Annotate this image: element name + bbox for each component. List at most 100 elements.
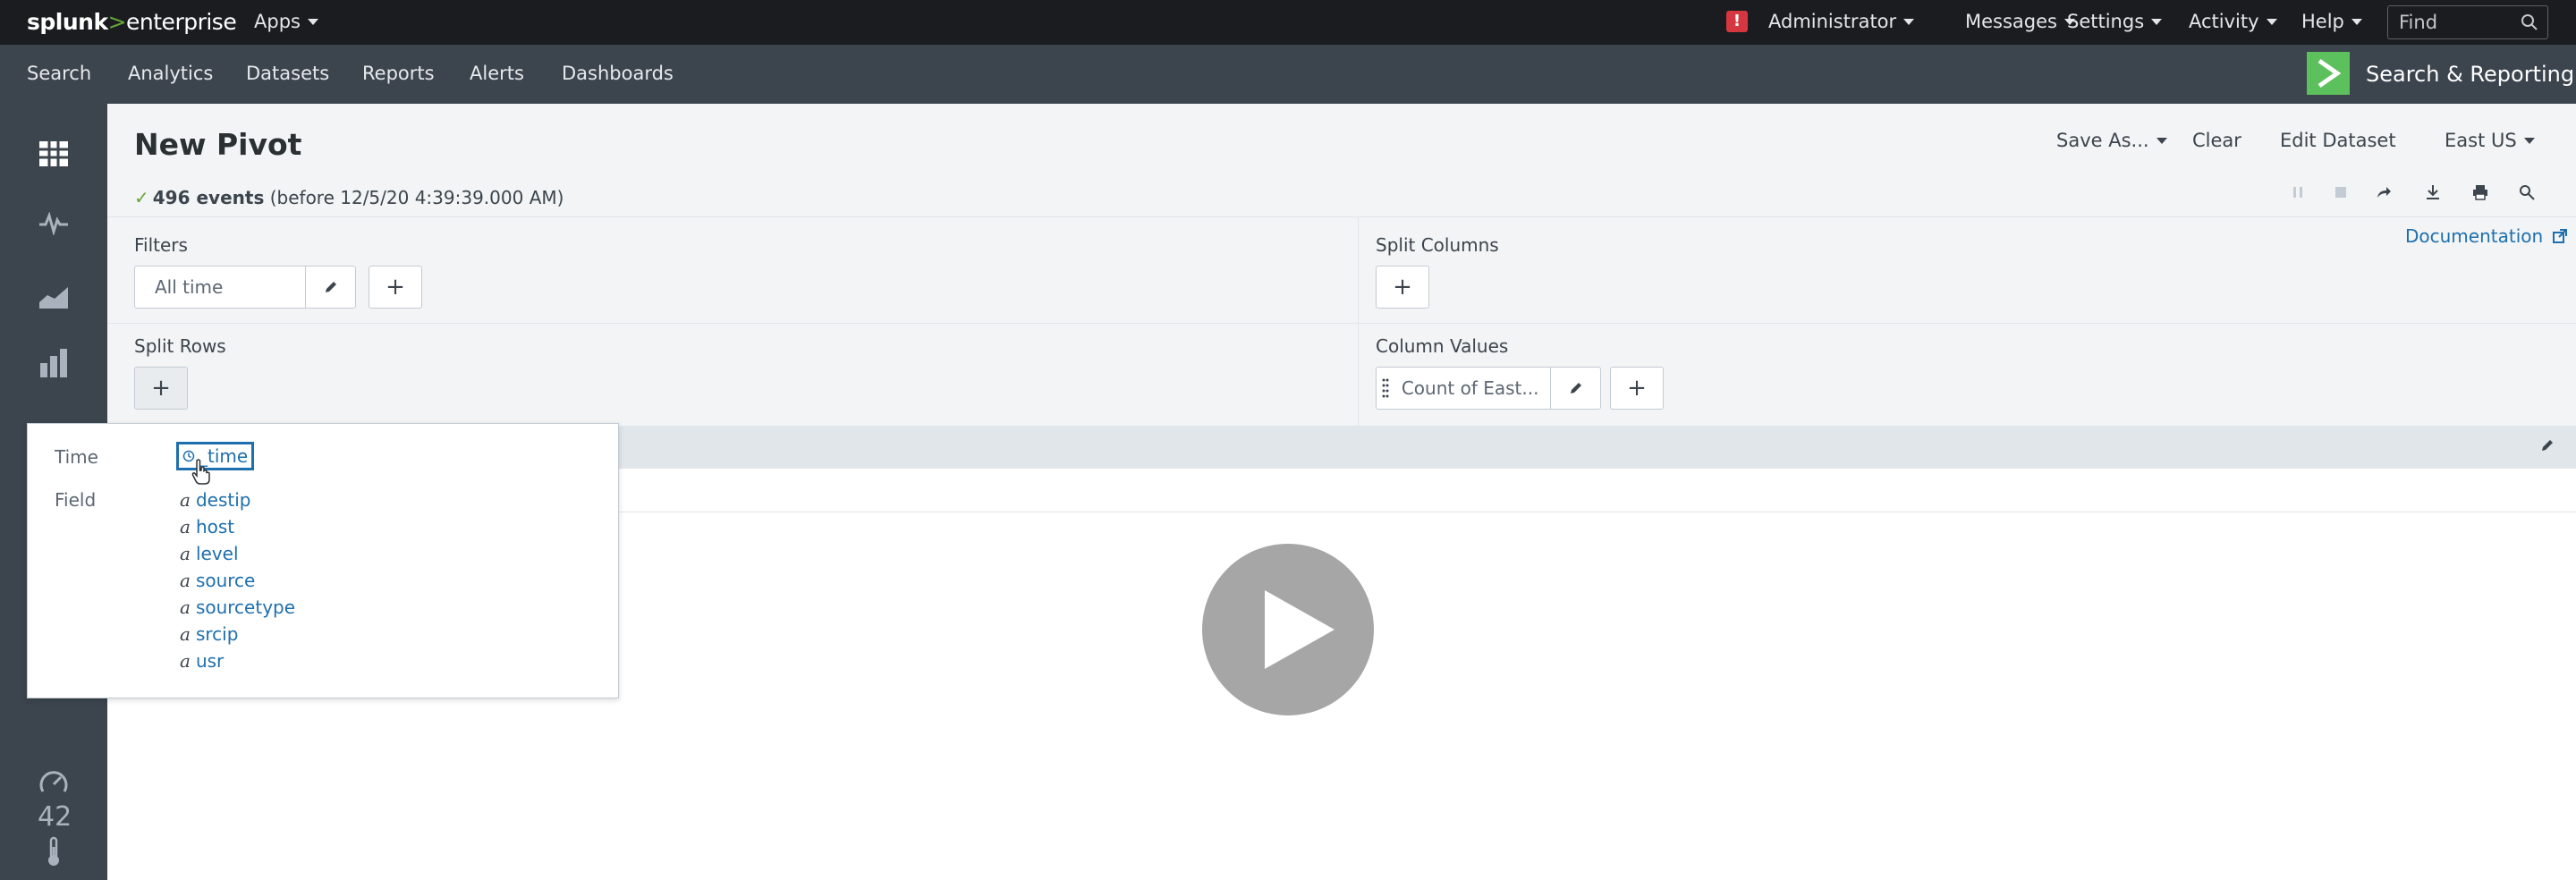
string-type-icon: a bbox=[180, 570, 191, 591]
add-filter-button[interactable]: + bbox=[369, 266, 422, 309]
hand-cursor-icon bbox=[191, 459, 210, 485]
splunk-app: splunk>enterprise Apps ! Administrator M… bbox=[0, 0, 2576, 880]
column-value-label[interactable]: Count of East... bbox=[1394, 377, 1551, 399]
edit-dataset-button[interactable]: Edit Dataset bbox=[2280, 130, 2396, 151]
splunk-logo[interactable]: splunk>enterprise bbox=[27, 9, 237, 35]
add-split-column-button[interactable]: + bbox=[1376, 266, 1429, 309]
help-menu[interactable]: Help bbox=[2301, 11, 2362, 32]
nav-item-datasets[interactable]: Datasets bbox=[246, 63, 329, 84]
pencil-icon bbox=[325, 282, 336, 292]
chevron-down-icon bbox=[2156, 138, 2167, 144]
gauge-icon[interactable] bbox=[36, 764, 72, 800]
field-item-label: source bbox=[195, 570, 256, 591]
filter-pill: All time bbox=[134, 266, 356, 309]
chevron-down-icon bbox=[2523, 138, 2535, 144]
check-icon: ✓ bbox=[134, 187, 149, 208]
app-logo-icon[interactable] bbox=[2307, 52, 2350, 95]
messages-menu-label: Messages bbox=[1965, 11, 2057, 32]
user-menu-label: Administrator bbox=[1768, 11, 1897, 32]
bar-chart-icon[interactable] bbox=[36, 345, 72, 381]
print-icon[interactable] bbox=[2470, 182, 2491, 203]
column-values-label: Column Values bbox=[1376, 335, 1509, 357]
config-divider-vertical bbox=[1358, 216, 1359, 426]
string-type-icon: a bbox=[180, 543, 191, 564]
documentation-link[interactable]: Documentation bbox=[2405, 225, 2567, 247]
filters-label: Filters bbox=[134, 234, 188, 256]
field-item-usr[interactable]: a usr bbox=[180, 650, 224, 672]
stop-icon[interactable] bbox=[2330, 182, 2351, 203]
chevron-down-icon bbox=[307, 19, 318, 25]
export-icon[interactable] bbox=[2422, 182, 2444, 203]
settings-menu[interactable]: Settings bbox=[2067, 11, 2163, 32]
documentation-label: Documentation bbox=[2405, 225, 2544, 247]
area-chart-icon[interactable] bbox=[36, 279, 72, 315]
field-item-label: level bbox=[195, 543, 239, 564]
pause-icon[interactable] bbox=[2287, 182, 2309, 203]
dataset-dropdown[interactable]: East US bbox=[2445, 130, 2535, 151]
edit-filter-button[interactable] bbox=[305, 267, 355, 308]
settings-menu-label: Settings bbox=[2067, 11, 2145, 32]
field-item-srcip[interactable]: a srcip bbox=[180, 623, 238, 645]
search-icon[interactable] bbox=[2521, 13, 2538, 31]
string-type-icon: a bbox=[180, 623, 191, 645]
nav-item-analytics[interactable]: Analytics bbox=[128, 63, 213, 84]
nav-item-reports[interactable]: Reports bbox=[362, 63, 435, 84]
nav-item-dashboards[interactable]: Dashboards bbox=[562, 63, 674, 84]
nav-item-alerts[interactable]: Alerts bbox=[470, 63, 524, 84]
activity-menu[interactable]: Activity bbox=[2189, 11, 2277, 32]
table-icon[interactable] bbox=[36, 136, 72, 172]
string-type-icon: a bbox=[180, 489, 191, 511]
chevron-down-icon bbox=[2151, 19, 2163, 25]
field-item-sourcetype[interactable]: a sourcetype bbox=[180, 597, 295, 618]
save-as-label: Save As... bbox=[2056, 130, 2149, 151]
string-type-icon: a bbox=[180, 597, 191, 618]
field-item-source[interactable]: a source bbox=[180, 570, 255, 591]
play-icon[interactable] bbox=[1202, 544, 1374, 715]
find-input[interactable] bbox=[2388, 6, 2513, 38]
field-item-destip[interactable]: a destip bbox=[180, 489, 250, 511]
nav-item-search[interactable]: Search bbox=[27, 63, 91, 84]
split-columns-label: Split Columns bbox=[1376, 234, 1499, 256]
chevron-down-icon bbox=[2351, 19, 2362, 25]
clear-button[interactable]: Clear bbox=[2192, 130, 2241, 151]
add-split-row-button[interactable]: + bbox=[134, 367, 188, 410]
field-item-label: usr bbox=[195, 650, 225, 672]
drag-handle-icon[interactable] bbox=[1377, 377, 1394, 399]
field-item-host[interactable]: a host bbox=[180, 516, 234, 537]
field-category-label: Field bbox=[55, 489, 97, 511]
page-title: New Pivot bbox=[134, 127, 302, 162]
logo-product: enterprise bbox=[126, 9, 237, 35]
share-icon[interactable] bbox=[2373, 182, 2394, 203]
edit-column-value-button[interactable] bbox=[1550, 368, 1600, 409]
field-item-time[interactable]: _time bbox=[176, 442, 255, 470]
chevron-down-icon bbox=[2266, 19, 2277, 25]
split-rows-label: Split Rows bbox=[134, 335, 226, 357]
app-name[interactable]: Search & Reporting bbox=[2366, 62, 2574, 87]
external-link-icon bbox=[2552, 229, 2567, 243]
events-detail: (before 12/5/20 4:39:39.000 AM) bbox=[269, 187, 564, 208]
apps-menu-label: Apps bbox=[254, 11, 301, 32]
help-menu-label: Help bbox=[2301, 11, 2344, 32]
field-item-label: host bbox=[195, 516, 235, 537]
field-item-label: destip bbox=[195, 489, 251, 511]
pencil-icon bbox=[1570, 383, 1581, 393]
single-value-icon[interactable]: 42 bbox=[38, 801, 72, 833]
save-as-button[interactable]: Save As... bbox=[2056, 130, 2167, 151]
alert-icon[interactable]: ! bbox=[1726, 11, 1748, 32]
field-item-level[interactable]: a level bbox=[180, 543, 239, 564]
chevron-down-icon bbox=[1903, 19, 1915, 25]
thermometer-icon[interactable] bbox=[36, 833, 72, 869]
add-column-value-button[interactable]: + bbox=[1610, 367, 1664, 410]
pulse-icon[interactable] bbox=[36, 206, 72, 241]
field-item-label: sourcetype bbox=[195, 597, 296, 618]
filter-pill-label[interactable]: All time bbox=[135, 276, 305, 298]
dataset-label: East US bbox=[2445, 130, 2517, 151]
messages-menu[interactable]: Messages bbox=[1965, 11, 2075, 32]
field-item-label: srcip bbox=[195, 623, 239, 645]
pencil-icon[interactable] bbox=[2540, 438, 2555, 453]
column-value-pill: Count of East... bbox=[1376, 367, 1601, 410]
string-type-icon: a bbox=[180, 516, 191, 537]
user-menu[interactable]: Administrator bbox=[1768, 11, 1915, 32]
inspect-icon[interactable] bbox=[2516, 182, 2538, 203]
apps-menu[interactable]: Apps bbox=[254, 11, 318, 32]
